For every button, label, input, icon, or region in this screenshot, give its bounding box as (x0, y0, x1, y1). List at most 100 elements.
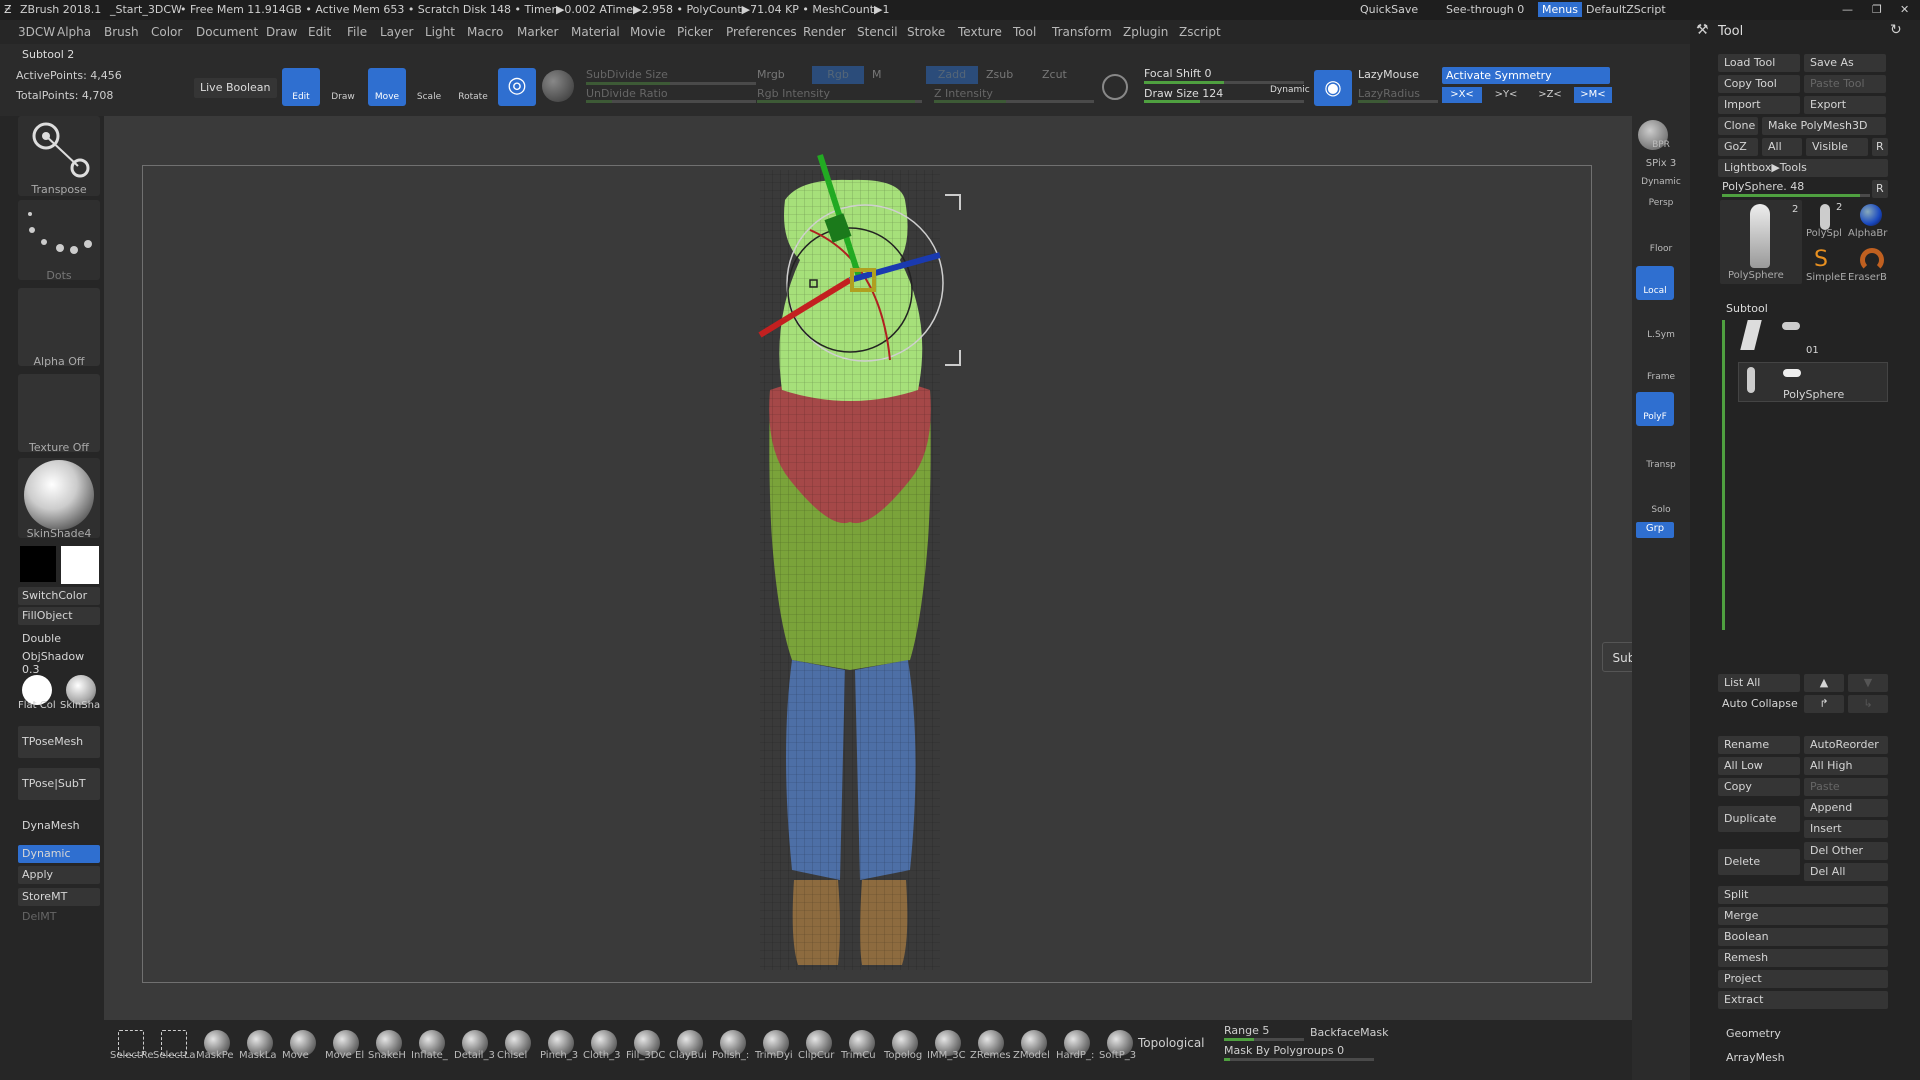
current-tool-slider-track[interactable] (1722, 194, 1870, 197)
subtool-section-header[interactable]: Subtool (1726, 302, 1768, 315)
menu-stroke[interactable]: Stroke (907, 25, 945, 39)
zcut-button[interactable]: Zcut (1042, 68, 1067, 81)
3d-model[interactable] (700, 150, 1000, 980)
subdivide-size-slider[interactable] (586, 82, 756, 85)
menu-color[interactable]: Color (151, 25, 182, 39)
range-slider-track[interactable] (1224, 1038, 1304, 1041)
backface-mask-button[interactable]: BackfaceMask (1310, 1026, 1388, 1039)
solo-button[interactable]: Solo (1636, 505, 1686, 515)
gizmo-icon[interactable]: ◎ (498, 68, 536, 106)
menus-button[interactable]: Menus (1538, 2, 1582, 17)
menu-draw[interactable]: Draw (266, 25, 297, 39)
move-button[interactable]: Move (368, 68, 406, 106)
see-through-slider[interactable]: See-through 0 (1446, 3, 1524, 16)
menu-alpha[interactable]: Alpha (57, 25, 91, 39)
menu-macro[interactable]: Macro (467, 25, 503, 39)
range-slider[interactable]: Range 5 (1224, 1024, 1269, 1037)
quicksave-button[interactable]: QuickSave (1360, 3, 1418, 16)
split-section[interactable]: Split (1718, 886, 1888, 904)
subtool-item-selected[interactable]: PolySphere (1738, 362, 1888, 402)
local-button[interactable]: Local (1636, 266, 1674, 300)
lightbox-tools-button[interactable]: Lightbox▶Tools (1718, 159, 1888, 177)
minimize-icon[interactable]: — (1842, 3, 1853, 16)
undivide-ratio-slider[interactable] (586, 100, 756, 103)
floor-button[interactable]: Floor (1636, 244, 1686, 254)
pressure-icon[interactable] (1102, 74, 1128, 100)
spix-label[interactable]: SPix 3 (1636, 158, 1686, 169)
load-tool-button[interactable]: Load Tool (1718, 54, 1800, 72)
draw-size-slider[interactable] (1144, 100, 1304, 103)
geometry-section[interactable]: Geometry (1726, 1027, 1781, 1040)
symmetry-y-button[interactable]: >Y< (1486, 87, 1526, 103)
copy-tool-button[interactable]: Copy Tool (1718, 75, 1800, 93)
lazyradius-slider[interactable] (1358, 100, 1438, 103)
menu-material[interactable]: Material (571, 25, 620, 39)
visibility-eye-icon[interactable] (1783, 369, 1801, 377)
scale-button[interactable]: Scale (410, 68, 448, 106)
secondary-color-swatch[interactable] (20, 546, 56, 582)
mrgb-button[interactable]: Mrgb (757, 68, 785, 81)
dynamic-button[interactable]: Dynamic (18, 845, 100, 863)
obj-shadow-slider[interactable]: ObjShadow 0.3 (18, 648, 100, 676)
rgb-button[interactable]: Rgb (812, 66, 864, 84)
export-button[interactable]: Export (1804, 96, 1886, 114)
del-mt-button[interactable]: DelMT (18, 908, 100, 926)
menu-light[interactable]: Light (425, 25, 455, 39)
topological-button[interactable]: Topological (1138, 1036, 1205, 1050)
goz-r-button[interactable]: R (1872, 138, 1888, 156)
menu-brush[interactable]: Brush (104, 25, 139, 39)
switch-color-button[interactable]: SwitchColor (18, 587, 100, 605)
frame-button[interactable]: Frame (1636, 372, 1686, 382)
goz-visible-button[interactable]: Visible (1806, 138, 1868, 156)
z-intensity-slider[interactable] (934, 100, 1094, 103)
expand-arrow-icon[interactable]: ↳ (1848, 695, 1888, 713)
copy-button[interactable]: Copy (1718, 778, 1800, 796)
store-mt-button[interactable]: StoreMT (18, 888, 100, 906)
tpose-subt-button[interactable]: TPose|SubT (18, 768, 100, 800)
menu-picker[interactable]: Picker (677, 25, 713, 39)
subtool-scrollbar[interactable] (1722, 320, 1725, 630)
menu-tool[interactable]: Tool (1013, 25, 1036, 39)
rename-button[interactable]: Rename (1718, 736, 1800, 754)
live-boolean-button[interactable]: Live Boolean (194, 78, 277, 98)
stroke-thumbnail[interactable] (18, 200, 100, 280)
tpose-mesh-button[interactable]: TPoseMesh (18, 726, 100, 758)
del-other-button[interactable]: Del Other (1804, 842, 1888, 860)
rgb-intensity-slider[interactable] (757, 100, 922, 103)
lazymouse-button[interactable]: LazyMouse (1358, 68, 1419, 81)
boolean-section[interactable]: Boolean (1718, 928, 1888, 946)
append-button[interactable]: Append (1804, 799, 1888, 817)
subtool-item[interactable]: 01 (1738, 318, 1888, 360)
clone-button[interactable]: Clone (1718, 117, 1758, 135)
del-all-button[interactable]: Del All (1804, 863, 1888, 881)
menu-movie[interactable]: Movie (630, 25, 666, 39)
paste-button[interactable]: Paste (1804, 778, 1888, 796)
fill-object-button[interactable]: FillObject (18, 607, 100, 625)
lsym-button[interactable]: L.Sym (1636, 330, 1686, 340)
collapse-arrow-icon[interactable]: ↱ (1804, 695, 1844, 713)
menu-texture[interactable]: Texture (958, 25, 1002, 39)
make-polymesh-button[interactable]: Make PolyMesh3D (1762, 117, 1886, 135)
menu-document[interactable]: Document (196, 25, 258, 39)
mask-by-polygroups-track[interactable] (1224, 1058, 1374, 1061)
edit-button[interactable]: Edit (282, 68, 320, 106)
dynamesh-button[interactable]: DynaMesh (18, 810, 100, 842)
menu-render[interactable]: Render (803, 25, 846, 39)
close-icon[interactable]: ✕ (1900, 3, 1909, 16)
tool-thumbnail-eraserbrush[interactable]: EraserB (1848, 244, 1888, 286)
auto-reorder-button[interactable]: AutoReorder (1804, 736, 1888, 754)
transp-button[interactable]: Transp (1636, 460, 1686, 470)
symmetry-x-button[interactable]: >X< (1442, 87, 1482, 103)
menu-edit[interactable]: Edit (308, 25, 331, 39)
material-thumbnail[interactable] (18, 458, 100, 538)
persp-button[interactable]: Persp (1636, 198, 1686, 208)
menu-layer[interactable]: Layer (380, 25, 413, 39)
move-up-arrow-icon[interactable]: ▲ (1804, 674, 1844, 692)
symmetry-m-button[interactable]: >M< (1574, 87, 1612, 103)
all-low-button[interactable]: All Low (1718, 757, 1800, 775)
lazymouse-icon[interactable]: ◉ (1314, 70, 1352, 106)
extract-section[interactable]: Extract (1718, 991, 1888, 1009)
menu-zplugin[interactable]: Zplugin (1123, 25, 1168, 39)
refresh-icon[interactable]: ↻ (1890, 22, 1902, 38)
remesh-section[interactable]: Remesh (1718, 949, 1888, 967)
